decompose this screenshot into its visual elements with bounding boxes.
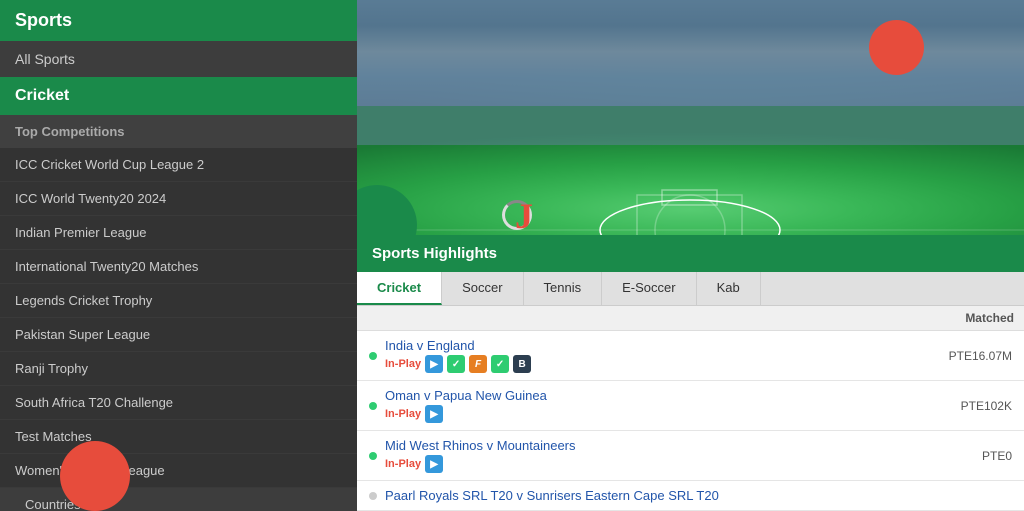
match-teams[interactable]: Mid West Rhinos v Mountaineers bbox=[385, 438, 982, 453]
sidebar-item-wpl[interactable]: Women's Premier League bbox=[0, 454, 357, 488]
dot bbox=[369, 492, 377, 500]
live-dot bbox=[369, 352, 377, 360]
sidebar-item-icc-wt20[interactable]: ICC World Twenty20 2024 bbox=[0, 182, 357, 216]
play-icon[interactable]: ▶ bbox=[425, 355, 443, 373]
sidebar-item-icc-wc-league2[interactable]: ICC Cricket World Cup League 2 bbox=[0, 148, 357, 182]
match-info: Oman v Papua New Guinea In-Play ▶ bbox=[385, 388, 961, 423]
tab-esoccer[interactable]: E-Soccer bbox=[602, 272, 696, 305]
sidebar-countries[interactable]: Countries bbox=[0, 488, 357, 511]
sidebar-sports-header[interactable]: Sports bbox=[0, 0, 357, 41]
match-info: Mid West Rhinos v Mountaineers In-Play ▶ bbox=[385, 438, 982, 473]
hero-banner: J bbox=[357, 0, 1024, 235]
sidebar-item-ranji[interactable]: Ranji Trophy bbox=[0, 352, 357, 386]
match-row: Oman v Papua New Guinea In-Play ▶ PTE102… bbox=[357, 381, 1024, 431]
cricket-label: Cricket bbox=[15, 87, 69, 104]
live-dot bbox=[369, 452, 377, 460]
stadium-background: J bbox=[357, 0, 1024, 235]
sidebar-all-sports-item[interactable]: All Sports bbox=[0, 41, 357, 77]
play-icon[interactable]: ▶ bbox=[425, 405, 443, 423]
match-status-row: In-Play ▶ bbox=[385, 405, 961, 423]
match-score: PTE0 bbox=[982, 449, 1012, 463]
matched-column-header: Matched bbox=[955, 306, 1024, 330]
match-row: Paarl Royals SRL T20 v Sunrisers Eastern… bbox=[357, 481, 1024, 511]
top-competitions-label: Top Competitions bbox=[0, 115, 357, 148]
cursor-j: J bbox=[515, 195, 533, 235]
green2-icon[interactable]: ✓ bbox=[491, 355, 509, 373]
orange-f-icon[interactable]: F bbox=[469, 355, 487, 373]
match-teams[interactable]: India v England bbox=[385, 338, 949, 353]
match-status: In-Play bbox=[385, 358, 421, 370]
tab-tennis[interactable]: Tennis bbox=[524, 272, 603, 305]
main-content: J Sports Highlights Cricket Soccer Tenni… bbox=[357, 0, 1024, 511]
sidebar-cricket-header[interactable]: Cricket bbox=[0, 77, 357, 115]
tab-kab[interactable]: Kab bbox=[697, 272, 761, 305]
sports-label: Sports bbox=[15, 10, 72, 30]
sidebar: Sports All Sports Cricket Top Competitio… bbox=[0, 0, 357, 511]
dark-icon[interactable]: B bbox=[513, 355, 531, 373]
sidebar-item-ipl[interactable]: Indian Premier League bbox=[0, 216, 357, 250]
sidebar-item-test[interactable]: Test Matches bbox=[0, 420, 357, 454]
match-info: Paarl Royals SRL T20 v Sunrisers Eastern… bbox=[385, 488, 1012, 503]
match-status-row: In-Play ▶ ✓ F ✓ B bbox=[385, 355, 949, 373]
sidebar-item-sa-t20[interactable]: South Africa T20 Challenge bbox=[0, 386, 357, 420]
tab-soccer[interactable]: Soccer bbox=[442, 272, 523, 305]
all-sports-label: All Sports bbox=[15, 51, 75, 67]
matches-header: Matched bbox=[357, 306, 1024, 331]
sidebar-item-legends[interactable]: Legends Cricket Trophy bbox=[0, 284, 357, 318]
live-dot bbox=[369, 402, 377, 410]
decorative-red-circle-bottom bbox=[60, 441, 130, 511]
highlights-title: Sports Highlights bbox=[372, 245, 497, 262]
match-score: PTE16.07M bbox=[949, 349, 1012, 363]
green-icon[interactable]: ✓ bbox=[447, 355, 465, 373]
match-status: In-Play bbox=[385, 458, 421, 470]
match-row: Mid West Rhinos v Mountaineers In-Play ▶… bbox=[357, 431, 1024, 481]
stadium-svg bbox=[357, 0, 1024, 235]
match-status-row: In-Play ▶ bbox=[385, 455, 982, 473]
match-row: India v England In-Play ▶ ✓ F ✓ B PTE16.… bbox=[357, 331, 1024, 381]
tab-cricket[interactable]: Cricket bbox=[357, 272, 442, 305]
tabs-bar: Cricket Soccer Tennis E-Soccer Kab bbox=[357, 272, 1024, 306]
sidebar-item-intl-t20[interactable]: International Twenty20 Matches bbox=[0, 250, 357, 284]
match-status: In-Play bbox=[385, 408, 421, 420]
highlights-section: Sports Highlights Cricket Soccer Tennis … bbox=[357, 235, 1024, 511]
match-score: PTE102K bbox=[961, 399, 1012, 413]
match-teams[interactable]: Oman v Papua New Guinea bbox=[385, 388, 961, 403]
highlights-header: Sports Highlights bbox=[357, 235, 1024, 272]
sidebar-item-psl[interactable]: Pakistan Super League bbox=[0, 318, 357, 352]
match-info: India v England In-Play ▶ ✓ F ✓ B bbox=[385, 338, 949, 373]
decorative-red-circle-top bbox=[869, 20, 924, 75]
match-teams[interactable]: Paarl Royals SRL T20 v Sunrisers Eastern… bbox=[385, 488, 1012, 503]
play-icon[interactable]: ▶ bbox=[425, 455, 443, 473]
